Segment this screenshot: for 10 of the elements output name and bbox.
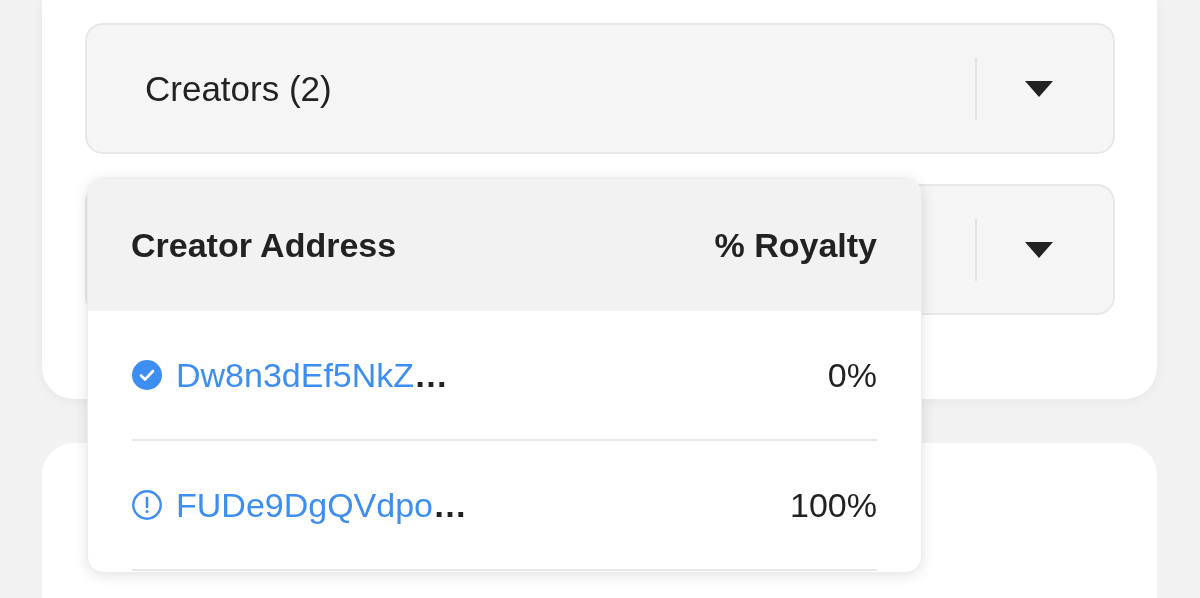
address-link[interactable]: FUDe9DgQVdpo… bbox=[176, 485, 791, 525]
column-header: % Royalty bbox=[714, 225, 877, 265]
caret-icon bbox=[1025, 80, 1053, 97]
dropdown[interactable]: Creators (2) bbox=[85, 23, 1115, 154]
address-link[interactable]: Dw8n3dEf5NkZ… bbox=[176, 355, 828, 395]
royalty-value: 100% bbox=[790, 485, 877, 525]
royalty-value: 0% bbox=[827, 355, 877, 395]
column-header: Creator Address bbox=[131, 225, 397, 265]
caret-icon bbox=[1025, 241, 1053, 258]
dropdown-label: Creators (2) bbox=[145, 68, 333, 109]
